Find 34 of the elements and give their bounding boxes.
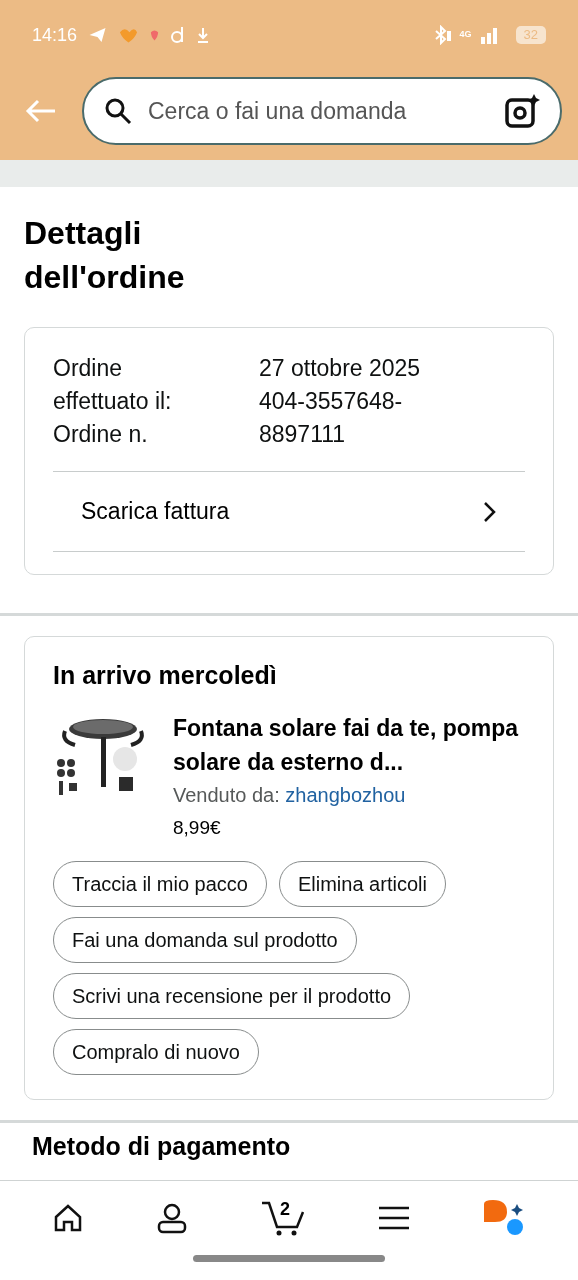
cart-count: 2 — [279, 1198, 290, 1221]
search-field[interactable]: Cerca o fai una domanda — [148, 93, 488, 129]
clock: 14:16 — [32, 23, 78, 47]
order-value: 404-3557648-8897111 — [259, 387, 404, 449]
delivery-heading: In arrivo mercoledì — [53, 660, 278, 691]
section-heading: Metodo di pagamento — [32, 1130, 292, 1161]
person-icon[interactable] — [155, 1202, 188, 1234]
download-invoice-link[interactable]: Scarica fattura — [53, 472, 525, 552]
order-value: 27 ottobre 2025 — [259, 354, 422, 383]
network-label: 4G — [459, 28, 472, 42]
download-icon — [197, 27, 210, 43]
order-label: Ordine n. — [53, 420, 149, 449]
home-icon[interactable] — [52, 1203, 83, 1233]
battery-indicator: 32 — [515, 26, 546, 44]
cart-icon — [260, 1200, 305, 1236]
chevron-right-icon — [483, 500, 497, 523]
product-price: 8,99€ — [173, 815, 222, 840]
product-title: Fontana solare fai da te, pompa solare da esterno d... — [173, 713, 520, 777]
cart-button[interactable]: 2 — [260, 1200, 305, 1236]
back-arrow-icon — [25, 99, 57, 123]
letter-d-icon — [171, 26, 186, 44]
page-title: Dettagli dell'ordine — [23, 214, 186, 297]
camera-icon[interactable] — [504, 93, 540, 129]
search-bar[interactable]: Cerca o fai una domanda — [82, 77, 562, 145]
sold-by-label: Venduto da: — [173, 783, 280, 806]
pin-icon — [150, 28, 160, 42]
seller-link[interactable]: zhangbozhou — [285, 783, 406, 806]
menu-icon[interactable] — [378, 1206, 411, 1230]
paper-plane-icon — [89, 27, 108, 43]
order-label: Ordine effettuato il: — [53, 354, 173, 416]
heart-icon — [119, 26, 139, 44]
signal-icon — [479, 26, 500, 44]
assistant-icon[interactable] — [483, 1200, 526, 1236]
search-icon — [104, 97, 132, 125]
